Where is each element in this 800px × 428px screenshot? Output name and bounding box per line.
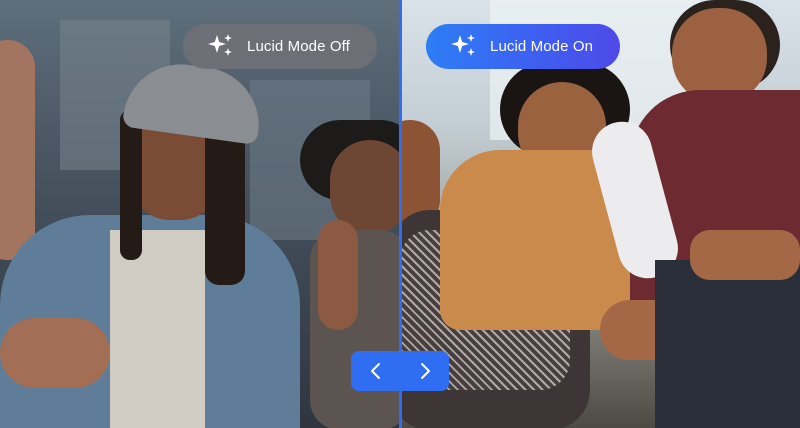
lucid-mode-off-text: Lucid Mode Off — [247, 38, 350, 55]
lucid-mode-off-label: Lucid Mode Off — [183, 24, 377, 69]
comparison-slider-handle[interactable] — [351, 351, 449, 391]
lucid-mode-on-text: Lucid Mode On — [490, 38, 594, 55]
chevron-left-icon[interactable] — [362, 357, 390, 385]
before-after-comparison: Lucid Mode Off Lucid Mode On — [0, 0, 800, 428]
sparkle-icon — [205, 32, 235, 62]
sparkle-icon — [448, 32, 478, 62]
chevron-right-icon[interactable] — [411, 357, 439, 385]
lucid-mode-on-label: Lucid Mode On — [426, 24, 620, 69]
